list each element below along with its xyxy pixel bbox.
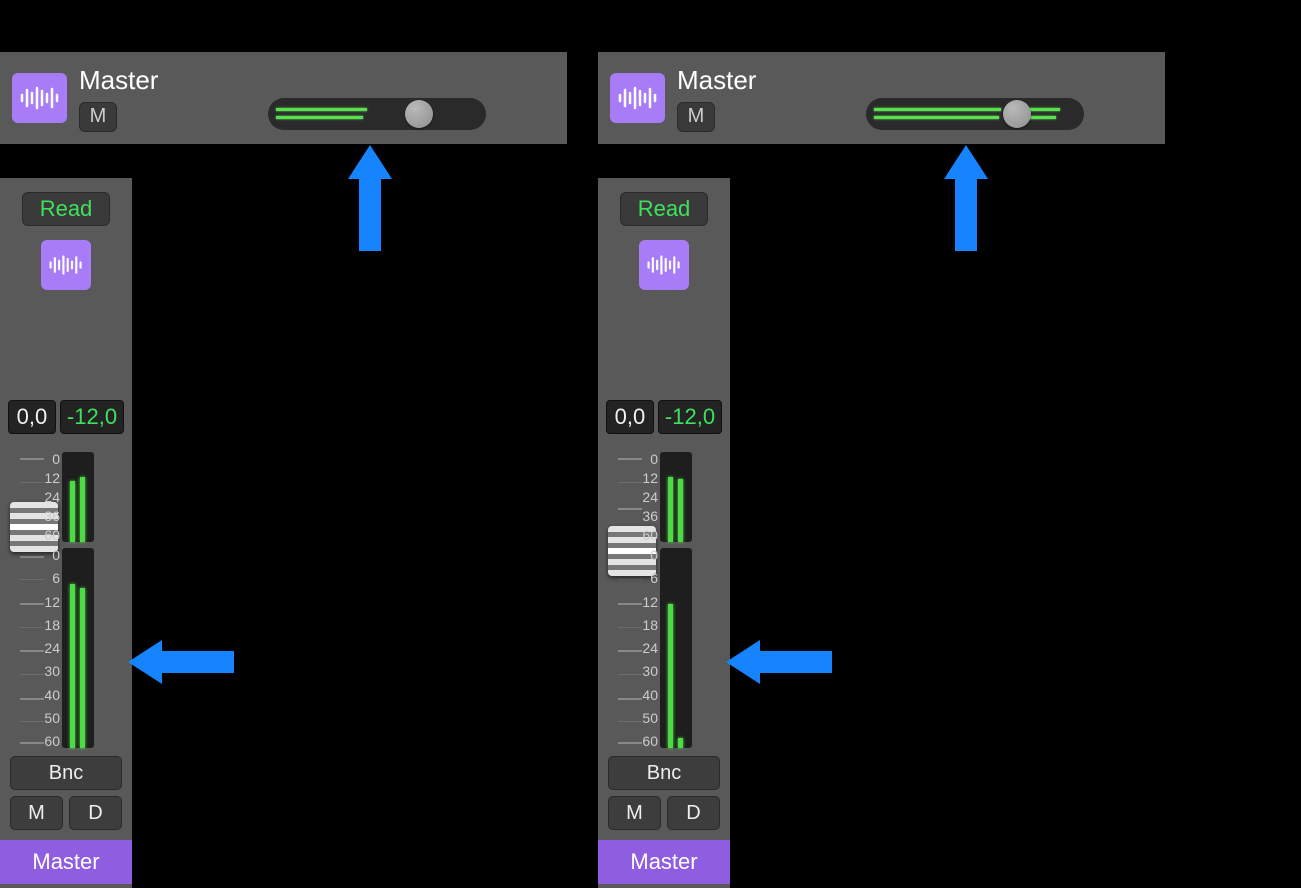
bounce-button[interactable]: Bnc xyxy=(608,756,720,790)
peak-value[interactable]: -12,0 xyxy=(658,400,722,434)
mute-button[interactable]: M xyxy=(608,796,661,830)
volume-slider[interactable] xyxy=(866,98,1084,130)
channel-strip-left: Read 0,0 -12,0 xyxy=(0,178,132,888)
waveform-icon xyxy=(12,73,67,123)
gain-value[interactable]: 0,0 xyxy=(606,400,654,434)
annotation-arrow-up xyxy=(348,145,392,251)
bounce-button[interactable]: Bnc xyxy=(10,756,122,790)
level-meter-top: 0 12 24 36 60 xyxy=(660,452,692,542)
dim-button[interactable]: D xyxy=(69,796,122,830)
volume-slider[interactable] xyxy=(268,98,486,130)
channel-label: Master xyxy=(0,840,132,884)
automation-mode-button[interactable]: Read xyxy=(22,192,110,226)
level-meter-bottom: 0 6 12 18 24 30 40 50 60 xyxy=(62,548,94,748)
level-meter-top: 0 12 24 36 60 xyxy=(62,452,94,542)
level-meter-bottom: 0 6 12 18 24 30 40 50 60 xyxy=(660,548,692,748)
track-name: Master xyxy=(79,65,158,96)
waveform-icon xyxy=(41,240,91,290)
waveform-icon xyxy=(639,240,689,290)
channel-label: Master xyxy=(598,840,730,884)
track-header-left: Master M xyxy=(0,52,567,144)
annotation-arrow-left xyxy=(128,640,234,684)
mute-button[interactable]: M xyxy=(677,102,715,132)
automation-mode-button[interactable]: Read xyxy=(620,192,708,226)
dim-button[interactable]: D xyxy=(667,796,720,830)
channel-strip-right: Read 0,0 -12,0 xyxy=(598,178,730,888)
slider-thumb[interactable] xyxy=(405,100,433,128)
mute-button[interactable]: M xyxy=(10,796,63,830)
mute-button[interactable]: M xyxy=(79,102,117,132)
peak-value[interactable]: -12,0 xyxy=(60,400,124,434)
track-name: Master xyxy=(677,65,756,96)
annotation-arrow-up xyxy=(944,145,988,251)
track-header-right: Master M xyxy=(598,52,1165,144)
waveform-icon xyxy=(610,73,665,123)
gain-value[interactable]: 0,0 xyxy=(8,400,56,434)
slider-thumb[interactable] xyxy=(1003,100,1031,128)
annotation-arrow-left xyxy=(726,640,832,684)
